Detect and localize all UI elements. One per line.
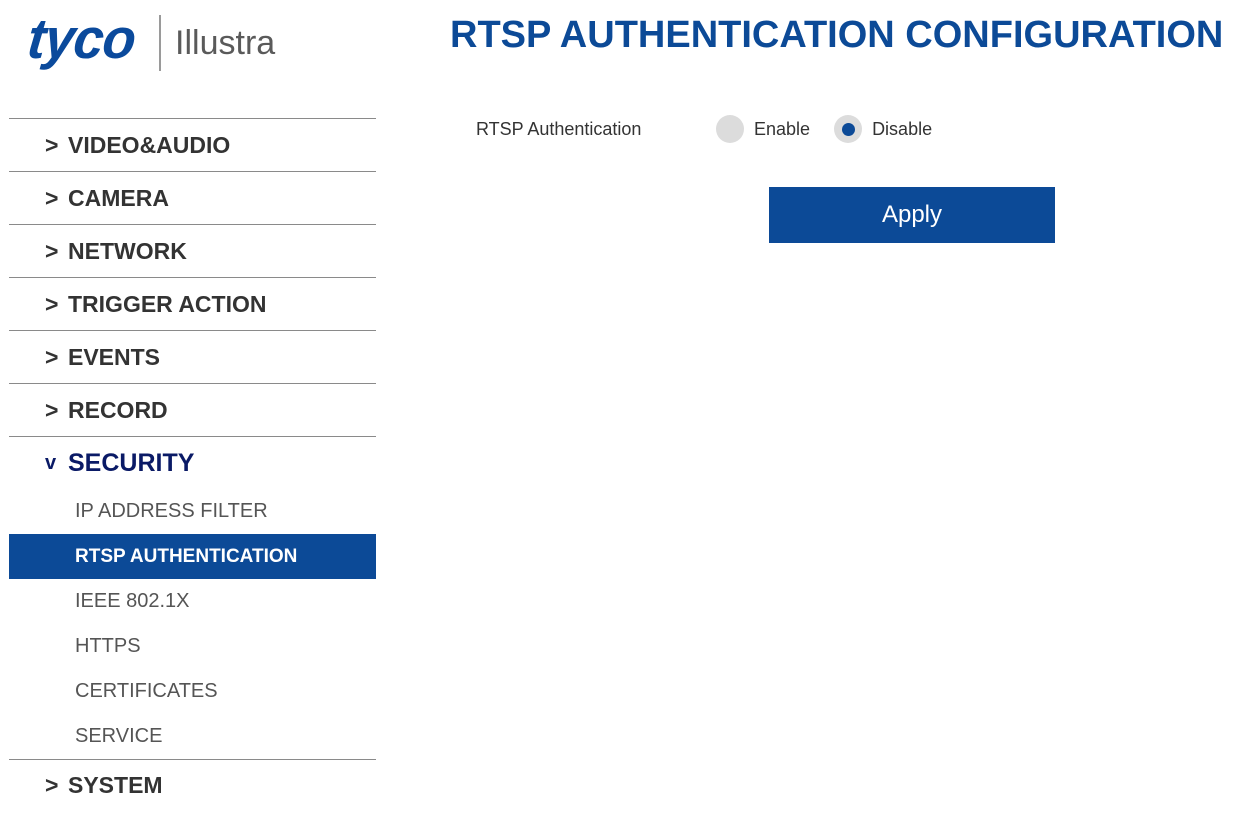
radio-enable[interactable] xyxy=(716,115,744,143)
radio-disable[interactable] xyxy=(834,115,863,143)
sidebar-item-camera[interactable]: > CAMERA xyxy=(9,171,376,224)
sidebar-item-label: SECURITY xyxy=(68,448,195,477)
chevron-right-icon: > xyxy=(45,290,59,317)
logo-divider xyxy=(159,15,162,71)
chevron-right-icon: > xyxy=(45,396,59,423)
chevron-right-icon: > xyxy=(45,343,59,370)
sidebar-item-label: RECORD xyxy=(68,396,168,423)
sidebar-item-label: VIDEO&AUDIO xyxy=(68,131,231,158)
chevron-right-icon: > xyxy=(45,772,59,798)
submenu-item-service[interactable]: SERVICE xyxy=(9,714,376,759)
chevron-right-icon: > xyxy=(45,131,59,158)
sidebar-item-label: CAMERA xyxy=(68,184,169,211)
radio-disable-option[interactable]: Disable xyxy=(834,115,932,143)
sidebar-item-label: TRIGGER ACTION xyxy=(68,290,267,317)
sidebar-item-events[interactable]: > EVENTS xyxy=(9,330,376,383)
sidebar-item-security[interactable]: v SECURITY xyxy=(9,436,376,489)
sidebar-nav: > VIDEO&AUDIO > CAMERA > NETWORK > TRIGG… xyxy=(9,118,376,811)
radio-selected-dot xyxy=(841,122,855,136)
sidebar-item-system[interactable]: > SYSTEM xyxy=(9,759,376,811)
radio-enable-option[interactable]: Enable xyxy=(716,115,810,143)
sidebar-item-trigger-action[interactable]: > TRIGGER ACTION xyxy=(9,277,376,330)
submenu-item-ieee-8021x[interactable]: IEEE 802.1X xyxy=(9,579,376,624)
submenu-item-https[interactable]: HTTPS xyxy=(9,624,376,669)
page: tyco Illustra RTSP AUTHENTICATION CONFIG… xyxy=(0,0,1235,825)
submenu-item-certificates[interactable]: CERTIFICATES xyxy=(9,669,376,714)
submenu-item-ip-address-filter[interactable]: IP ADDRESS FILTER xyxy=(9,489,376,534)
sidebar-item-label: EVENTS xyxy=(68,343,161,370)
rtsp-authentication-label: RTSP Authentication xyxy=(476,118,642,139)
security-submenu: IP ADDRESS FILTER RTSP AUTHENTICATION IE… xyxy=(9,489,376,759)
radio-enable-label: Enable xyxy=(754,118,811,139)
sidebar-item-record[interactable]: > RECORD xyxy=(9,383,376,436)
submenu-item-rtsp-authentication[interactable]: RTSP AUTHENTICATION xyxy=(9,534,376,579)
chevron-right-icon: > xyxy=(45,184,59,211)
rtsp-authentication-row: RTSP Authentication Enable Disable xyxy=(476,114,956,144)
apply-button[interactable]: Apply xyxy=(769,187,1055,243)
sidebar-item-label: NETWORK xyxy=(68,237,187,264)
logo: tyco Illustra xyxy=(24,7,376,78)
chevron-down-icon: v xyxy=(45,451,57,474)
illustra-logo-text: Illustra xyxy=(175,24,276,62)
chevron-right-icon: > xyxy=(45,237,59,264)
sidebar-item-network[interactable]: > NETWORK xyxy=(9,224,376,277)
radio-disable-label: Disable xyxy=(872,118,933,139)
tyco-logo-text: tyco xyxy=(24,7,139,71)
sidebar-item-label: SYSTEM xyxy=(68,772,163,798)
page-title: RTSP AUTHENTICATION CONFIGURATION xyxy=(450,14,1224,56)
sidebar-item-video-audio[interactable]: > VIDEO&AUDIO xyxy=(9,118,376,171)
